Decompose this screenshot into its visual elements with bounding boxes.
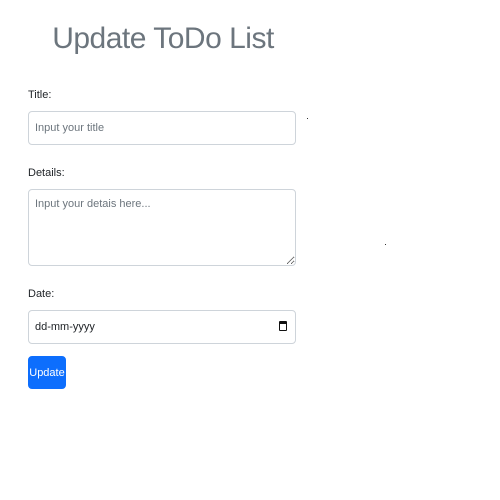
page-title: Update ToDo List [52, 22, 274, 55]
update-button[interactable]: Update [28, 356, 66, 389]
stray-dot [307, 118, 308, 119]
title-input[interactable] [28, 111, 296, 145]
details-label: Details: [28, 167, 65, 179]
date-value: dd-mm-yyyy [35, 321, 95, 333]
date-label: Date: [28, 288, 55, 300]
date-input[interactable]: dd-mm-yyyy [28, 310, 296, 344]
title-label: Title: [28, 89, 52, 101]
page: Update ToDo List Title: Details: Date: d… [0, 0, 500, 500]
stray-dot [385, 244, 386, 245]
details-textarea[interactable] [28, 189, 296, 266]
calendar-icon[interactable] [279, 321, 287, 331]
update-todo-form: Title: Details: Date: dd-mm-yyyy [28, 88, 296, 344]
